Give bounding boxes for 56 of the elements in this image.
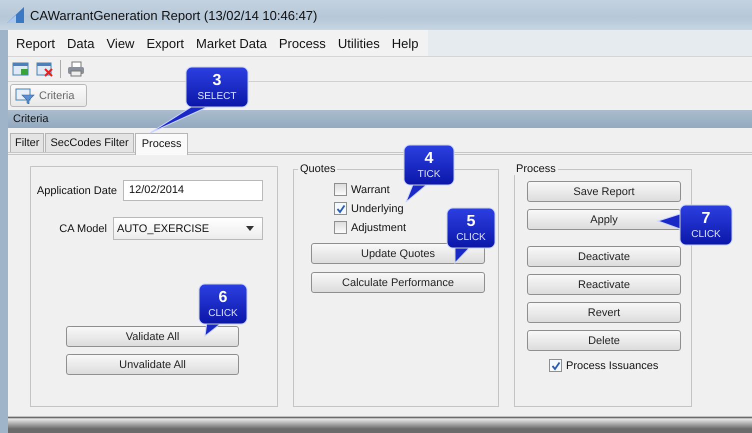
action-button[interactable]: Deactivate <box>527 246 681 267</box>
action-button[interactable]: Reactivate <box>527 274 681 295</box>
step-label: CLICK <box>456 232 486 242</box>
checkbox[interactable] <box>549 359 562 372</box>
menu-item[interactable]: Help <box>386 36 424 50</box>
action-button[interactable]: Calculate Performance <box>311 272 485 293</box>
menu-item[interactable]: Data <box>61 36 100 50</box>
menu-item[interactable]: Process <box>272 36 332 50</box>
field-label: CA Model <box>59 222 107 234</box>
table-add-icon[interactable] <box>12 61 30 77</box>
action-button[interactable]: Revert <box>527 302 681 323</box>
action-button[interactable]: Save Report <box>527 181 681 202</box>
action-button[interactable]: Validate All <box>66 326 239 347</box>
checkbox-item[interactable]: Warrant <box>334 183 498 196</box>
form-filter-icon <box>15 88 35 104</box>
step-number: 6 <box>218 290 228 306</box>
window-title: CAWarrantGeneration Report (13/02/14 10:46:47) <box>30 8 318 22</box>
table-delete-icon[interactable] <box>36 61 54 77</box>
checkbox[interactable] <box>334 202 347 215</box>
menu-item[interactable]: Market Data <box>190 36 273 50</box>
app-logo-icon <box>6 6 26 24</box>
step-label: CLICK <box>691 230 721 240</box>
action-button[interactable]: Delete <box>527 330 681 351</box>
step-number: 3 <box>212 72 222 88</box>
callout-bubble <box>198 284 248 338</box>
action-button[interactable]: Apply <box>527 209 681 230</box>
step-label: TICK <box>418 170 440 180</box>
step-label: CLICK <box>208 308 238 318</box>
tab[interactable]: Process <box>134 133 188 155</box>
section-title: Criteria <box>13 113 48 125</box>
checkbox[interactable] <box>334 221 347 234</box>
checkbox[interactable] <box>334 183 347 196</box>
step-label: SELECT <box>198 92 236 102</box>
criteria-button[interactable]: Criteria <box>10 84 88 107</box>
printer-icon[interactable] <box>67 61 85 77</box>
action-button[interactable]: Update Quotes <box>311 243 485 264</box>
step-number: 7 <box>702 210 710 226</box>
menu-item[interactable]: View <box>100 36 140 50</box>
action-button[interactable]: Unvalidate All <box>66 354 239 375</box>
menu-item[interactable]: Report <box>10 36 62 50</box>
checkbox-item[interactable]: Process Issuances <box>527 359 691 372</box>
callout-bubble <box>446 208 496 264</box>
menu-item[interactable]: Export <box>140 36 190 50</box>
step-number: 4 <box>424 150 434 166</box>
group-title: Process <box>515 163 557 175</box>
tab[interactable]: Filter <box>10 133 44 152</box>
dropdown-arrow-icon <box>246 226 254 231</box>
date-field[interactable]: 12/02/2014 <box>123 180 263 201</box>
field-label: Application Date <box>36 184 117 196</box>
group-title: Quotes <box>299 163 336 175</box>
callout-bubble <box>404 144 454 202</box>
step-number: 5 <box>466 214 476 230</box>
checkbox-item[interactable]: Underlying <box>334 202 498 215</box>
menu-item[interactable]: Utilities <box>332 36 386 50</box>
model-dropdown[interactable]: AUTO_EXERCISE <box>113 217 263 240</box>
tab[interactable]: SecCodes Filter <box>45 133 134 152</box>
